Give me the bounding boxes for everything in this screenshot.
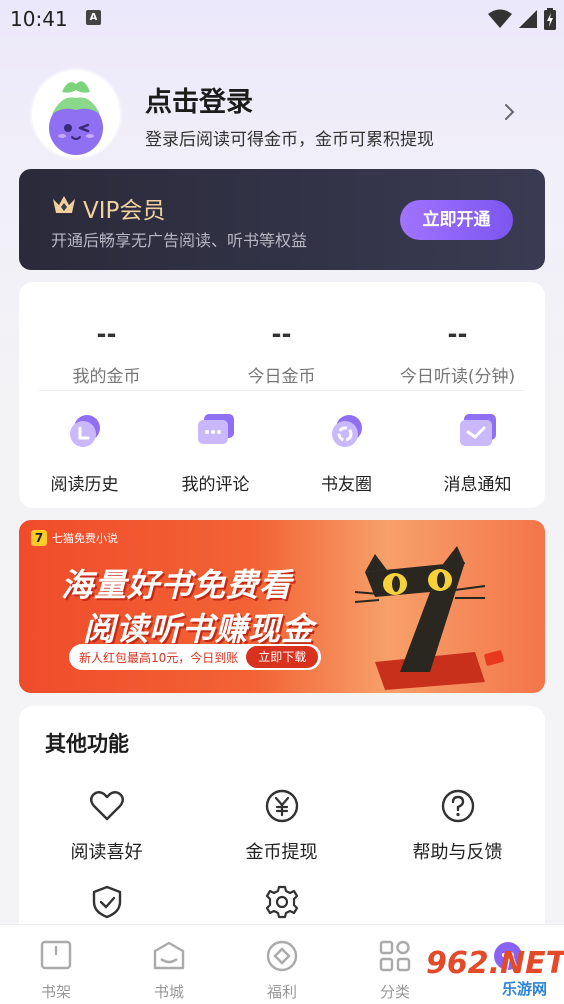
watermark: 962.NET 乐游网 [426, 946, 564, 1000]
stat-today-coins[interactable]: -- 今日金币 [194, 320, 369, 387]
settings-gear-icon [265, 885, 298, 919]
nav-welfare[interactable]: 福利 [242, 939, 322, 1002]
vip-subtitle: 开通后畅享无广告阅读、听书等权益 [51, 231, 308, 250]
fn-help-feedback[interactable]: 帮助与反馈 [370, 788, 545, 864]
nav-bookstore[interactable]: 书城 [129, 939, 209, 1002]
other-functions-title: 其他功能 [45, 732, 129, 756]
login-subtitle: 登录后阅读可得金币，金币可累积提现 [145, 130, 434, 150]
eggplant-mascot-icon [49, 81, 103, 155]
nav-label: 福利 [266, 983, 297, 1001]
yuan-coin-icon [265, 789, 298, 823]
quick-messages[interactable]: 消息通知 [412, 412, 543, 495]
quick-book-friends[interactable]: 书友圈 [281, 412, 412, 495]
fn-coin-withdraw[interactable]: 金币提现 [194, 788, 369, 864]
chevron-right-icon[interactable] [504, 102, 516, 122]
message-icon [459, 414, 496, 446]
nav-label: 书架 [40, 983, 71, 1001]
vip-title: VIP会员 [83, 198, 166, 224]
watermark-logo: 962.NET [426, 946, 564, 981]
stat-label: 今日听读(分钟) [399, 367, 516, 387]
quick-label: 我的评论 [181, 475, 250, 495]
status-icons [488, 8, 556, 30]
stat-value: -- [271, 320, 292, 348]
stat-label: 我的金币 [72, 367, 141, 387]
stat-label: 今日金币 [247, 367, 316, 387]
fn-label: 帮助与反馈 [412, 842, 503, 863]
notification-a-icon: A [86, 10, 101, 25]
divider [39, 390, 525, 391]
crown-icon [53, 196, 75, 213]
promo-banner[interactable]: 7 七猫免费小说 海量好书免费看 阅读听书赚现金 新人红包最高10元，今日到账 … [19, 520, 545, 693]
banner-promo-text: 新人红包最高10元，今日到账 [79, 650, 239, 665]
banner-brand-name: 七猫免费小说 [52, 532, 118, 545]
bookshelf-icon [40, 940, 72, 970]
black-cat-seven-illustration [354, 546, 504, 690]
welfare-icon [266, 940, 298, 972]
comment-icon [197, 414, 234, 444]
battery-icon [544, 8, 556, 30]
login-title[interactable]: 点击登录 [145, 80, 253, 119]
stat-value: -- [447, 320, 468, 348]
nav-bookshelf[interactable]: 书架 [16, 939, 96, 1002]
other-functions-card: 其他功能 阅读喜好 金币提现 帮助与反馈 [19, 706, 545, 946]
banner-download-button[interactable]: 立即下载 [246, 646, 319, 668]
vip-activate-button[interactable]: 立即开通 [400, 200, 513, 240]
nav-category[interactable]: 分类 [355, 939, 435, 1002]
shield-icon [92, 885, 121, 919]
stats-card: -- 我的金币 -- 今日金币 -- 今日听读(分钟) 阅读历史 我的评论 书友… [19, 282, 545, 508]
quick-reading-history[interactable]: 阅读历史 [19, 412, 150, 495]
banner-brand: 7 七猫免费小说 [31, 530, 118, 546]
fn-label: 金币提现 [245, 842, 318, 863]
profile-header[interactable]: 点击登录 登录后阅读可得金币，金币可累积提现 [32, 70, 532, 158]
wifi-icon [488, 9, 512, 28]
help-icon [441, 789, 474, 823]
status-time: 10:41 [10, 7, 68, 31]
signal-icon [519, 10, 537, 28]
heart-icon [89, 791, 124, 821]
banner-headline-1: 海量好书免费看 [61, 566, 293, 604]
nav-label: 分类 [379, 983, 410, 1001]
nav-label: 书城 [153, 983, 184, 1001]
category-icon [379, 940, 411, 972]
quick-label: 阅读历史 [50, 475, 119, 495]
bookstore-icon [153, 941, 185, 970]
stat-value: -- [96, 320, 117, 348]
quick-label: 书友圈 [321, 475, 372, 495]
stat-my-coins[interactable]: -- 我的金币 [19, 320, 194, 387]
qimao-logo-icon: 7 [31, 530, 47, 546]
reading-history-icon [69, 415, 100, 447]
avatar[interactable] [32, 70, 120, 158]
quick-label: 消息通知 [443, 475, 512, 495]
book-friends-icon [331, 415, 362, 447]
quick-my-comments[interactable]: 我的评论 [150, 412, 281, 495]
fn-reading-preference[interactable]: 阅读喜好 [19, 788, 194, 864]
vip-card[interactable]: VIP会员 开通后畅享无广告阅读、听书等权益 立即开通 [19, 169, 545, 270]
watermark-sub: 乐游网 [502, 980, 548, 998]
status-bar: 10:41 A [0, 0, 564, 40]
banner-promo-pill: 新人红包最高10元，今日到账 立即下载 [69, 644, 322, 670]
stat-today-listening[interactable]: -- 今日听读(分钟) [370, 320, 545, 387]
fn-label: 阅读喜好 [70, 842, 143, 863]
